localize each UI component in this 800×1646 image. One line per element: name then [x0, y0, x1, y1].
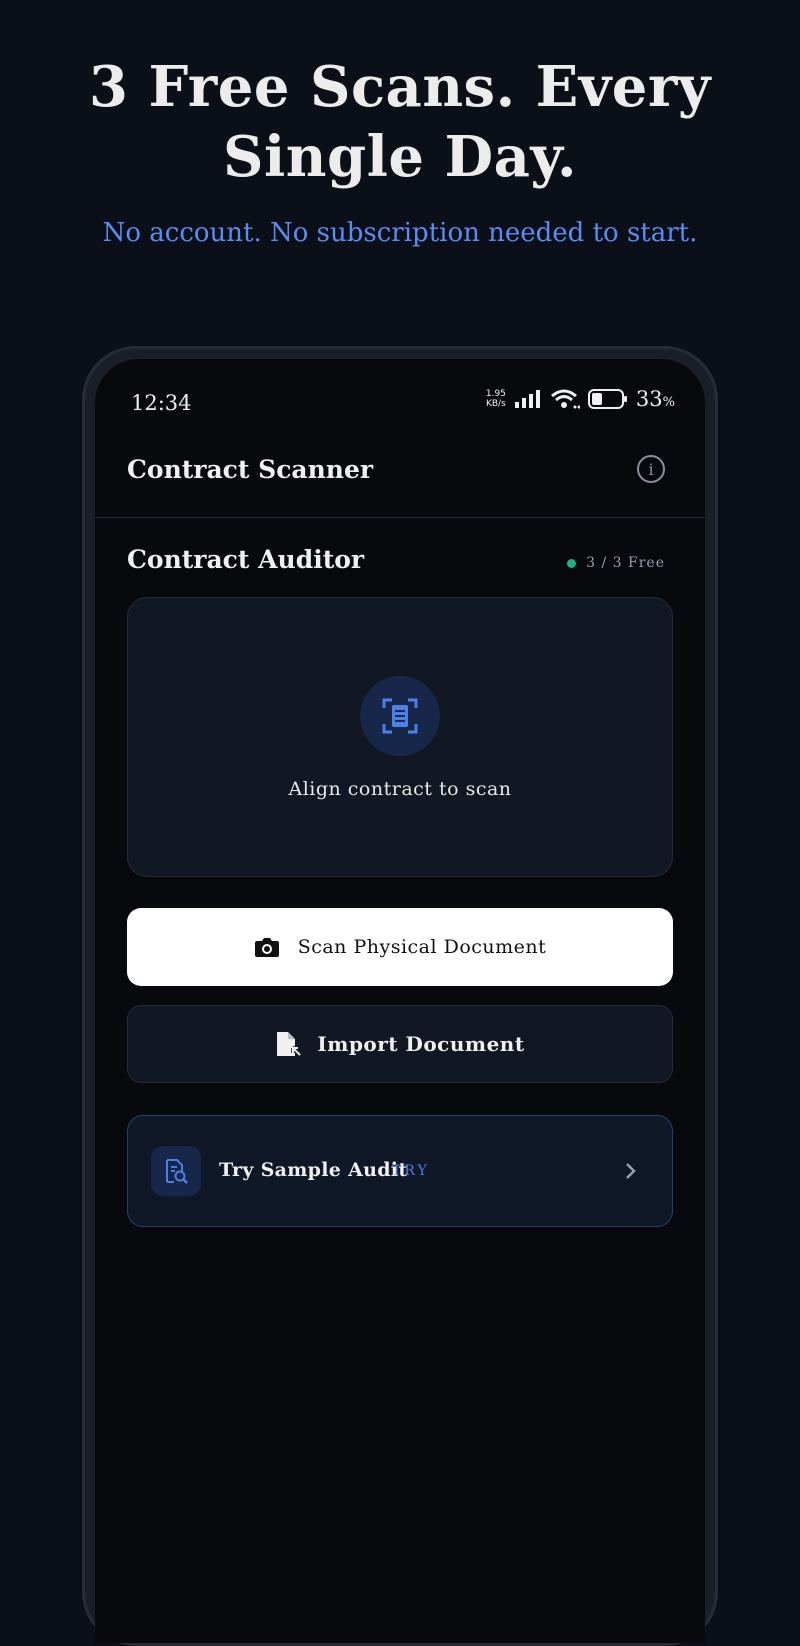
status-bar: 12:34 1.95 KB/s 33%: [131, 387, 675, 417]
promo-subline: No account. No subscription needed to st…: [102, 218, 698, 248]
import-document-button[interactable]: Import Document: [127, 1005, 673, 1083]
status-indicators: 1.95 KB/s 33%: [486, 387, 675, 411]
file-import-icon: [277, 1032, 302, 1057]
signal-icon: [514, 390, 540, 408]
battery-percent-unit: %: [662, 395, 675, 410]
chevron-right-icon: [620, 1158, 642, 1184]
scan-caption: Align contract to scan: [288, 778, 512, 800]
document-search-icon: [151, 1146, 201, 1196]
wifi-icon: [550, 389, 580, 409]
network-speed: 1.95 KB/s: [486, 389, 506, 409]
promo-headline-line-1: 3 Free Scans. Every: [89, 54, 711, 120]
battery-percent: 33%: [636, 387, 675, 411]
app-title: Contract Scanner: [127, 455, 374, 484]
phone-frame: 12:34 1.95 KB/s 33% Contract Scanner i C…: [82, 346, 718, 1646]
sample-audit-label: Try Sample Audit: [219, 1159, 408, 1181]
scan-physical-document-button[interactable]: Scan Physical Document: [127, 908, 673, 986]
battery-icon: [587, 389, 627, 409]
status-time: 12:34: [131, 391, 192, 415]
app-bar: Contract Scanner i: [95, 435, 705, 518]
camera-icon: [254, 938, 279, 957]
promo-headline: 3 Free Scans. Every Single Day.: [0, 52, 800, 192]
scan-preview-area[interactable]: Align contract to scan: [127, 597, 673, 877]
sample-audit-tag: TRY: [392, 1163, 430, 1179]
battery-percent-value: 33: [635, 387, 663, 411]
quota-status-dot: [567, 558, 577, 568]
promo-headline-line-2: Single Day.: [223, 124, 577, 190]
free-scan-quota: 3 / 3 Free: [567, 555, 665, 571]
phone-screen: 12:34 1.95 KB/s 33% Contract Scanner i C…: [95, 359, 705, 1643]
document-scan-icon: [360, 676, 440, 756]
quota-label: 3 / 3 Free: [586, 555, 665, 571]
section-title: Contract Auditor: [127, 545, 365, 574]
try-sample-audit-card[interactable]: Try Sample Audit TRY: [127, 1115, 673, 1227]
network-speed-unit: KB/s: [485, 399, 506, 409]
import-button-label: Import Document: [317, 1032, 525, 1056]
network-speed-value: 1.95: [485, 389, 506, 399]
scan-button-label: Scan Physical Document: [297, 936, 547, 958]
info-icon[interactable]: i: [637, 455, 665, 483]
